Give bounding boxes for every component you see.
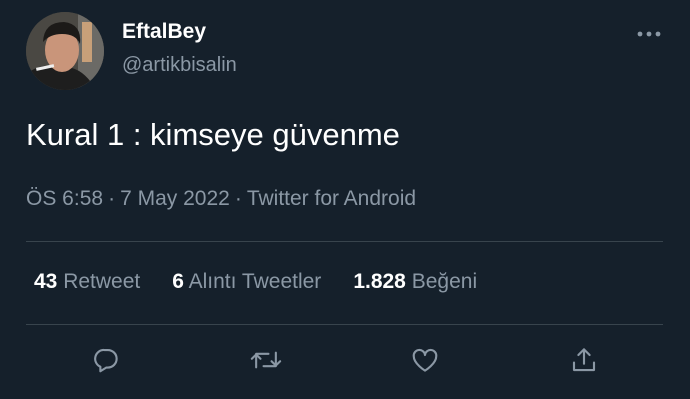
more-options-button[interactable] [632,22,666,44]
tweet-date[interactable]: 7 May 2022 [120,187,230,210]
tweet-meta: ÖS 6:58 · 7 May 2022 · Twitter for Android [26,187,416,211]
like-count[interactable]: 1.828 Beğeni [353,270,477,294]
quote-tweet-count[interactable]: 6 Alıntı Tweetler [172,270,321,294]
tweet-stats: 43 Retweet 6 Alıntı Tweetler 1.828 Beğen… [34,270,509,294]
tweet-text: Kural 1 : kimseye güvenme [26,117,400,152]
more-horizontal-icon [637,24,661,42]
tweet-source[interactable]: Twitter for Android [247,187,416,210]
like-button[interactable] [407,344,443,380]
reply-icon [91,345,121,380]
retweet-count[interactable]: 43 Retweet [34,270,140,294]
retweet-button[interactable] [248,344,284,380]
share-button[interactable] [566,344,602,380]
meta-separator: · [108,187,116,210]
username-handle[interactable]: @artikbisalin [122,54,237,77]
display-name[interactable]: EftalBey [122,20,206,44]
stat-label: Beğeni [411,270,478,293]
tweet-detail: EftalBey @artikbisalin Kural 1 : kimseye… [0,0,690,399]
retweet-icon [250,345,282,380]
divider [26,241,663,242]
stat-label: Retweet [63,270,141,293]
divider [26,324,663,325]
meta-separator: · [234,187,242,210]
reply-button[interactable] [88,344,124,380]
tweet-time[interactable]: ÖS 6:58 [26,187,103,210]
stat-count: 1.828 [353,270,406,293]
stat-count: 6 [172,270,184,293]
stat-label: Alıntı Tweetler [188,270,322,293]
stat-count: 43 [34,270,58,293]
avatar[interactable] [26,12,104,90]
share-icon [569,345,599,380]
heart-icon [410,345,440,380]
